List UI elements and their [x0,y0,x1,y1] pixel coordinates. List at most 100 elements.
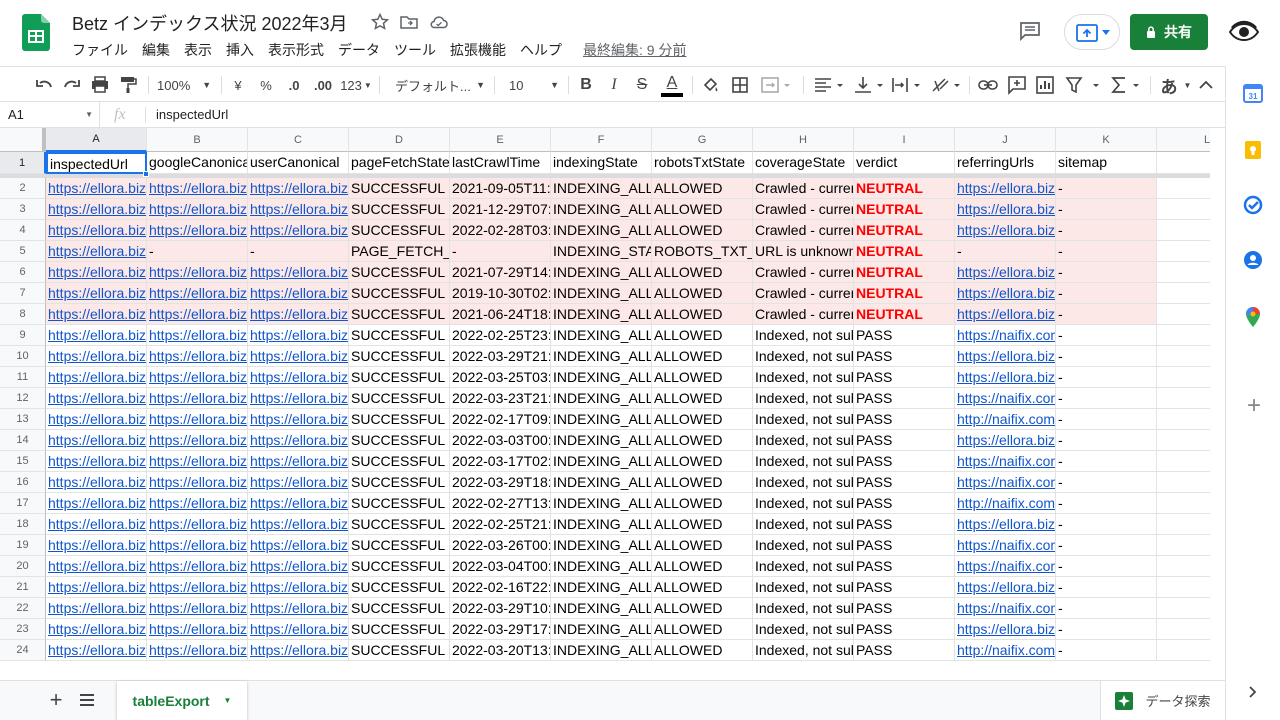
table-cell[interactable]: Indexed, not submitted in sitemap [753,409,854,430]
insert-comment-icon[interactable] [1006,67,1028,103]
menu-view[interactable]: 表示 [184,40,212,60]
table-cell[interactable]: INDEXING_ALLOWED [551,262,652,283]
table-cell[interactable]: https://ellora.biz/ [248,367,349,388]
table-cell[interactable]: https://ellora.biz/ [147,577,248,598]
table-cell[interactable]: ALLOWED [652,640,753,661]
table-cell[interactable]: ALLOWED [652,283,753,304]
column-header-g[interactable]: G [652,128,753,152]
row-header[interactable]: 22 [0,598,46,619]
table-cell[interactable]: SUCCESSFUL [349,367,450,388]
table-cell[interactable]: ALLOWED [652,220,753,241]
table-cell[interactable]: - [1056,451,1157,472]
table-cell[interactable]: SUCCESSFUL [349,493,450,514]
merge-cells-icon[interactable] [759,67,793,103]
row-header[interactable]: 8 [0,304,46,325]
table-cell[interactable]: ALLOWED [652,451,753,472]
table-cell[interactable]: 2022-02-16T22:2 [450,577,551,598]
table-cell[interactable]: - [1056,367,1157,388]
empty-cell[interactable] [1157,199,1210,220]
menu-insert[interactable]: 挿入 [226,40,254,60]
table-cell[interactable]: Indexed, not submitted in sitemap [753,325,854,346]
empty-cell[interactable] [1157,409,1210,430]
table-cell[interactable]: INDEXING_ALLOWED [551,367,652,388]
table-cell[interactable]: Crawled - currently not indexed [753,220,854,241]
verdict-cell[interactable]: PASS [854,388,955,409]
empty-cell[interactable] [1157,472,1210,493]
verdict-cell[interactable]: PASS [854,346,955,367]
table-cell[interactable]: INDEXING_ALLOWED [551,640,652,661]
table-cell[interactable]: ALLOWED [652,535,753,556]
table-cell[interactable]: SUCCESSFUL [349,304,450,325]
horizontal-align-icon[interactable] [812,67,846,103]
contacts-icon[interactable] [1243,250,1263,270]
table-cell[interactable]: SUCCESSFUL [349,178,450,199]
empty-cell[interactable] [1157,598,1210,619]
column-header-k[interactable]: K [1056,128,1157,152]
table-cell[interactable]: INDEXING_ALLOWED [551,325,652,346]
verdict-cell[interactable]: PASS [854,556,955,577]
table-cell[interactable]: SUCCESSFUL [349,556,450,577]
table-cell[interactable]: https://ellora.biz/ [46,556,147,577]
table-cell[interactable]: ALLOWED [652,577,753,598]
table-cell[interactable]: Crawled - currently not indexed [753,262,854,283]
table-cell[interactable]: https://ellora.biz/ [248,535,349,556]
table-cell[interactable]: SUCCESSFUL [349,472,450,493]
row-header[interactable]: 10 [0,346,46,367]
table-cell[interactable]: https://ellora.biz/ [147,640,248,661]
table-cell[interactable]: - [1056,304,1157,325]
formula-input[interactable]: inspectedUrl [156,102,228,128]
empty-cell[interactable] [1157,493,1210,514]
table-cell[interactable]: ALLOWED [652,556,753,577]
verdict-cell[interactable]: PASS [854,430,955,451]
sheets-logo-icon[interactable] [22,14,50,51]
empty-cell[interactable] [1157,556,1210,577]
table-cell[interactable]: https://naifix.com/ [955,598,1056,619]
verdict-cell[interactable]: NEUTRAL [854,220,955,241]
row-header[interactable]: 3 [0,199,46,220]
table-cell[interactable]: INDEXING_ALLOWED [551,451,652,472]
table-cell[interactable]: Indexed, not submitted in sitemap [753,556,854,577]
empty-cell[interactable] [1157,241,1210,262]
table-cell[interactable]: https://ellora.biz/ [147,535,248,556]
cloud-status-icon[interactable] [429,12,449,32]
row-header[interactable]: 4 [0,220,46,241]
table-cell[interactable]: INDEXING_ALLOWED [551,283,652,304]
empty-cell[interactable] [1157,535,1210,556]
table-cell[interactable]: SUCCESSFUL [349,283,450,304]
percent-format-button[interactable]: % [256,67,276,103]
table-cell[interactable]: ALLOWED [652,619,753,640]
table-cell[interactable]: URL is unknown to Google [753,241,854,262]
table-cell[interactable]: SUCCESSFUL [349,388,450,409]
row-header[interactable]: 19 [0,535,46,556]
table-cell[interactable]: 2021-06-24T18:2 [450,304,551,325]
table-cell[interactable]: Indexed, not submitted in sitemap [753,346,854,367]
table-cell[interactable]: https://ellora.biz/ [248,451,349,472]
verdict-cell[interactable]: PASS [854,493,955,514]
tasks-icon[interactable] [1243,195,1263,215]
table-cell[interactable]: https://ellora.biz/ [955,283,1056,304]
table-cell[interactable]: SUCCESSFUL [349,430,450,451]
add-addon-icon[interactable]: + [1243,394,1265,418]
row-header[interactable]: 5 [0,241,46,262]
all-sheets-icon[interactable] [79,693,95,707]
table-cell[interactable]: - [1056,346,1157,367]
share-button[interactable]: 共有 [1130,14,1208,50]
table-cell[interactable]: 2022-03-20T13:0 [450,640,551,661]
table-cell[interactable]: https://ellora.biz/ [147,430,248,451]
table-cell[interactable]: Indexed, not submitted in sitemap [753,640,854,661]
table-cell[interactable]: https://naifix.com/ [955,535,1056,556]
table-cell[interactable]: - [1056,325,1157,346]
table-cell[interactable]: Indexed, not submitted in sitemap [753,493,854,514]
row-header[interactable]: 18 [0,514,46,535]
table-cell[interactable]: INDEXING_ALLOWED [551,535,652,556]
table-cell[interactable]: https://ellora.biz/ [955,262,1056,283]
input-tools-button[interactable]: あ ▼ [1158,67,1194,103]
table-cell[interactable]: - [1056,283,1157,304]
table-cell[interactable]: https://ellora.biz/ [46,262,147,283]
table-cell[interactable]: INDEXING_ALLOWED [551,409,652,430]
table-cell[interactable]: PAGE_FETCH_STATE_UNSPECIFIED [349,241,450,262]
table-cell[interactable]: Indexed, not submitted in sitemap [753,598,854,619]
empty-cell[interactable] [1157,346,1210,367]
column-header-f[interactable]: F [551,128,652,152]
insert-link-icon[interactable] [977,67,999,103]
